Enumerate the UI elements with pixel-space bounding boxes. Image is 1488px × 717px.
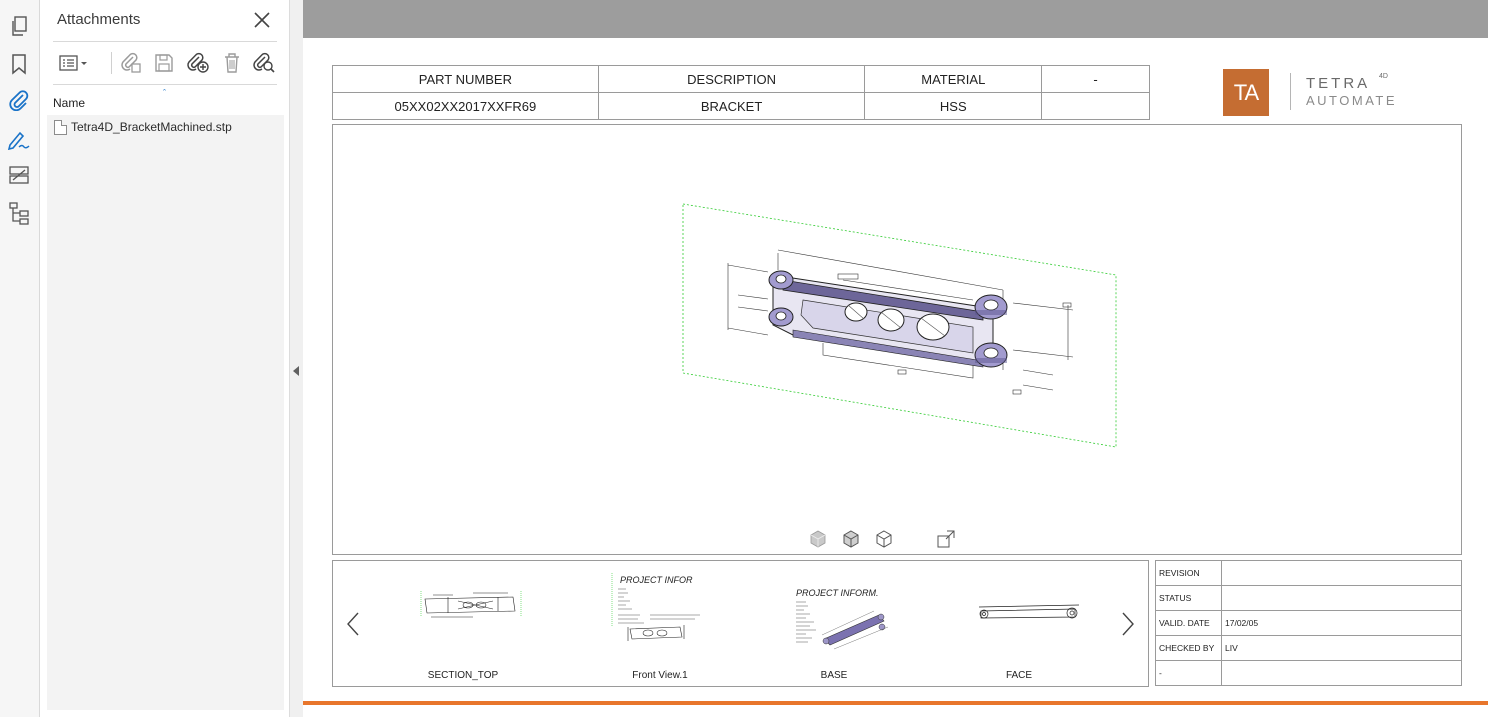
- accent-line: [303, 701, 1488, 705]
- revision-value[interactable]: [1221, 560, 1462, 586]
- table-row: STATUS: [1155, 585, 1462, 611]
- table-row: -: [1155, 660, 1462, 686]
- pdf-viewer-window: Attachments ˆ Name Tetra4D_BracketMachin…: [0, 0, 1488, 717]
- toolbar-separator: [111, 52, 112, 74]
- logo-superscript: 4D: [1379, 73, 1388, 80]
- part-number-header: PART NUMBER: [332, 65, 599, 93]
- checked-by-value[interactable]: LIV: [1221, 635, 1462, 661]
- document-top-bar: [303, 0, 1488, 38]
- panel-splitter[interactable]: [290, 0, 303, 717]
- attachments-toolbar: [53, 41, 277, 85]
- list-item[interactable]: Tetra4D_BracketMachined.stp: [47, 117, 284, 137]
- part-info-table: PART NUMBER DESCRIPTION MATERIAL - 05XX0…: [332, 65, 1150, 120]
- view-thumbnail-front-view[interactable]: PROJECT INFOR Front View.1: [595, 571, 725, 683]
- pages-icon[interactable]: [6, 14, 32, 40]
- base-preview: PROJECT INFORM.: [796, 588, 889, 650]
- document-page: PART NUMBER DESCRIPTION MATERIAL - 05XX0…: [303, 0, 1488, 717]
- tree-icon[interactable]: [6, 200, 32, 226]
- view-label: BASE: [820, 670, 848, 681]
- valid-date-label: VALID. DATE: [1155, 610, 1222, 636]
- bookmark-icon[interactable]: [6, 51, 32, 77]
- checked-by-label: CHECKED BY: [1155, 635, 1222, 661]
- view-thumbnail-section-top[interactable]: SECTION_TOP: [398, 571, 528, 683]
- delete-attachment-icon[interactable]: [218, 50, 246, 76]
- material-value[interactable]: HSS: [864, 92, 1043, 120]
- status-value[interactable]: [1221, 585, 1462, 611]
- fullscreen-icon[interactable]: [936, 529, 956, 549]
- wireframe-view-icon[interactable]: [874, 529, 894, 549]
- attachment-list: Tetra4D_BracketMachined.stp: [47, 115, 284, 710]
- valid-date-value[interactable]: 17/02/05: [1221, 610, 1462, 636]
- front-view-preview: PROJECT INFOR: [611, 573, 700, 641]
- collapse-arrow-icon[interactable]: [293, 366, 299, 376]
- table-row: VALID. DATE 17/02/05: [1155, 610, 1462, 636]
- material-header: MATERIAL: [864, 65, 1043, 93]
- sign-icon[interactable]: [6, 126, 32, 152]
- logo-divider: [1290, 73, 1291, 110]
- panel-title: Attachments: [57, 11, 141, 28]
- table-row: REVISION: [1155, 560, 1462, 586]
- navigation-rail: [0, 0, 40, 717]
- column-header-name[interactable]: Name: [53, 96, 85, 110]
- views-carousel: SECTION_TOP PROJECT INFOR Front View.1 P…: [332, 560, 1149, 687]
- save-attachment-icon[interactable]: [150, 50, 178, 76]
- section-top-preview: [420, 591, 522, 618]
- close-icon[interactable]: [250, 8, 274, 32]
- part-number-value[interactable]: 05XX02XX2017XXFR69: [332, 92, 599, 120]
- extra-header: -: [1041, 65, 1150, 93]
- next-view-icon[interactable]: [1120, 611, 1136, 637]
- bracket-3d-model[interactable]: [673, 195, 1133, 455]
- extra-value[interactable]: [1221, 660, 1462, 686]
- face-preview: [978, 604, 1080, 619]
- logo-tagline: AUTOMATE: [1306, 93, 1398, 108]
- compare-icon[interactable]: [6, 162, 32, 188]
- description-value[interactable]: BRACKET: [597, 92, 866, 120]
- file-name: Tetra4D_BracketMachined.stp: [71, 120, 232, 134]
- description-header: DESCRIPTION: [597, 65, 866, 93]
- view-label: FACE: [1005, 670, 1033, 681]
- options-menu-icon[interactable]: [56, 50, 92, 76]
- search-attachment-icon[interactable]: [250, 50, 278, 76]
- view-label: SECTION_TOP: [427, 670, 499, 681]
- view-label: Front View.1: [632, 670, 688, 681]
- extra-label: -: [1155, 660, 1222, 686]
- base-text: PROJECT INFORM.: [796, 588, 879, 598]
- attachment-icon[interactable]: [6, 87, 32, 113]
- revision-label: REVISION: [1155, 560, 1222, 586]
- view-thumbnail-base[interactable]: PROJECT INFORM. BASE: [769, 571, 899, 683]
- shaded-view-icon[interactable]: [808, 529, 828, 549]
- status-label: STATUS: [1155, 585, 1222, 611]
- add-attachment-icon[interactable]: [184, 50, 212, 76]
- file-icon: [54, 119, 67, 135]
- sort-ascending-icon[interactable]: ˆ: [163, 88, 166, 98]
- 3d-model-viewer[interactable]: [332, 124, 1462, 555]
- open-attachment-icon[interactable]: [117, 50, 145, 76]
- logo-name: TETRA: [1306, 75, 1371, 92]
- attachments-panel: Attachments ˆ Name Tetra4D_BracketMachin…: [40, 0, 290, 717]
- front-view-text: PROJECT INFOR: [620, 575, 693, 585]
- extra-value[interactable]: [1041, 92, 1150, 120]
- revision-table: REVISION STATUS VALID. DATE 17/02/05 CHE…: [1155, 560, 1462, 686]
- table-row: CHECKED BY LIV: [1155, 635, 1462, 661]
- view-thumbnail-face[interactable]: FACE: [954, 571, 1084, 683]
- company-logo: TA: [1223, 69, 1269, 116]
- shaded-edges-view-icon[interactable]: [841, 529, 861, 549]
- previous-view-icon[interactable]: [345, 611, 361, 637]
